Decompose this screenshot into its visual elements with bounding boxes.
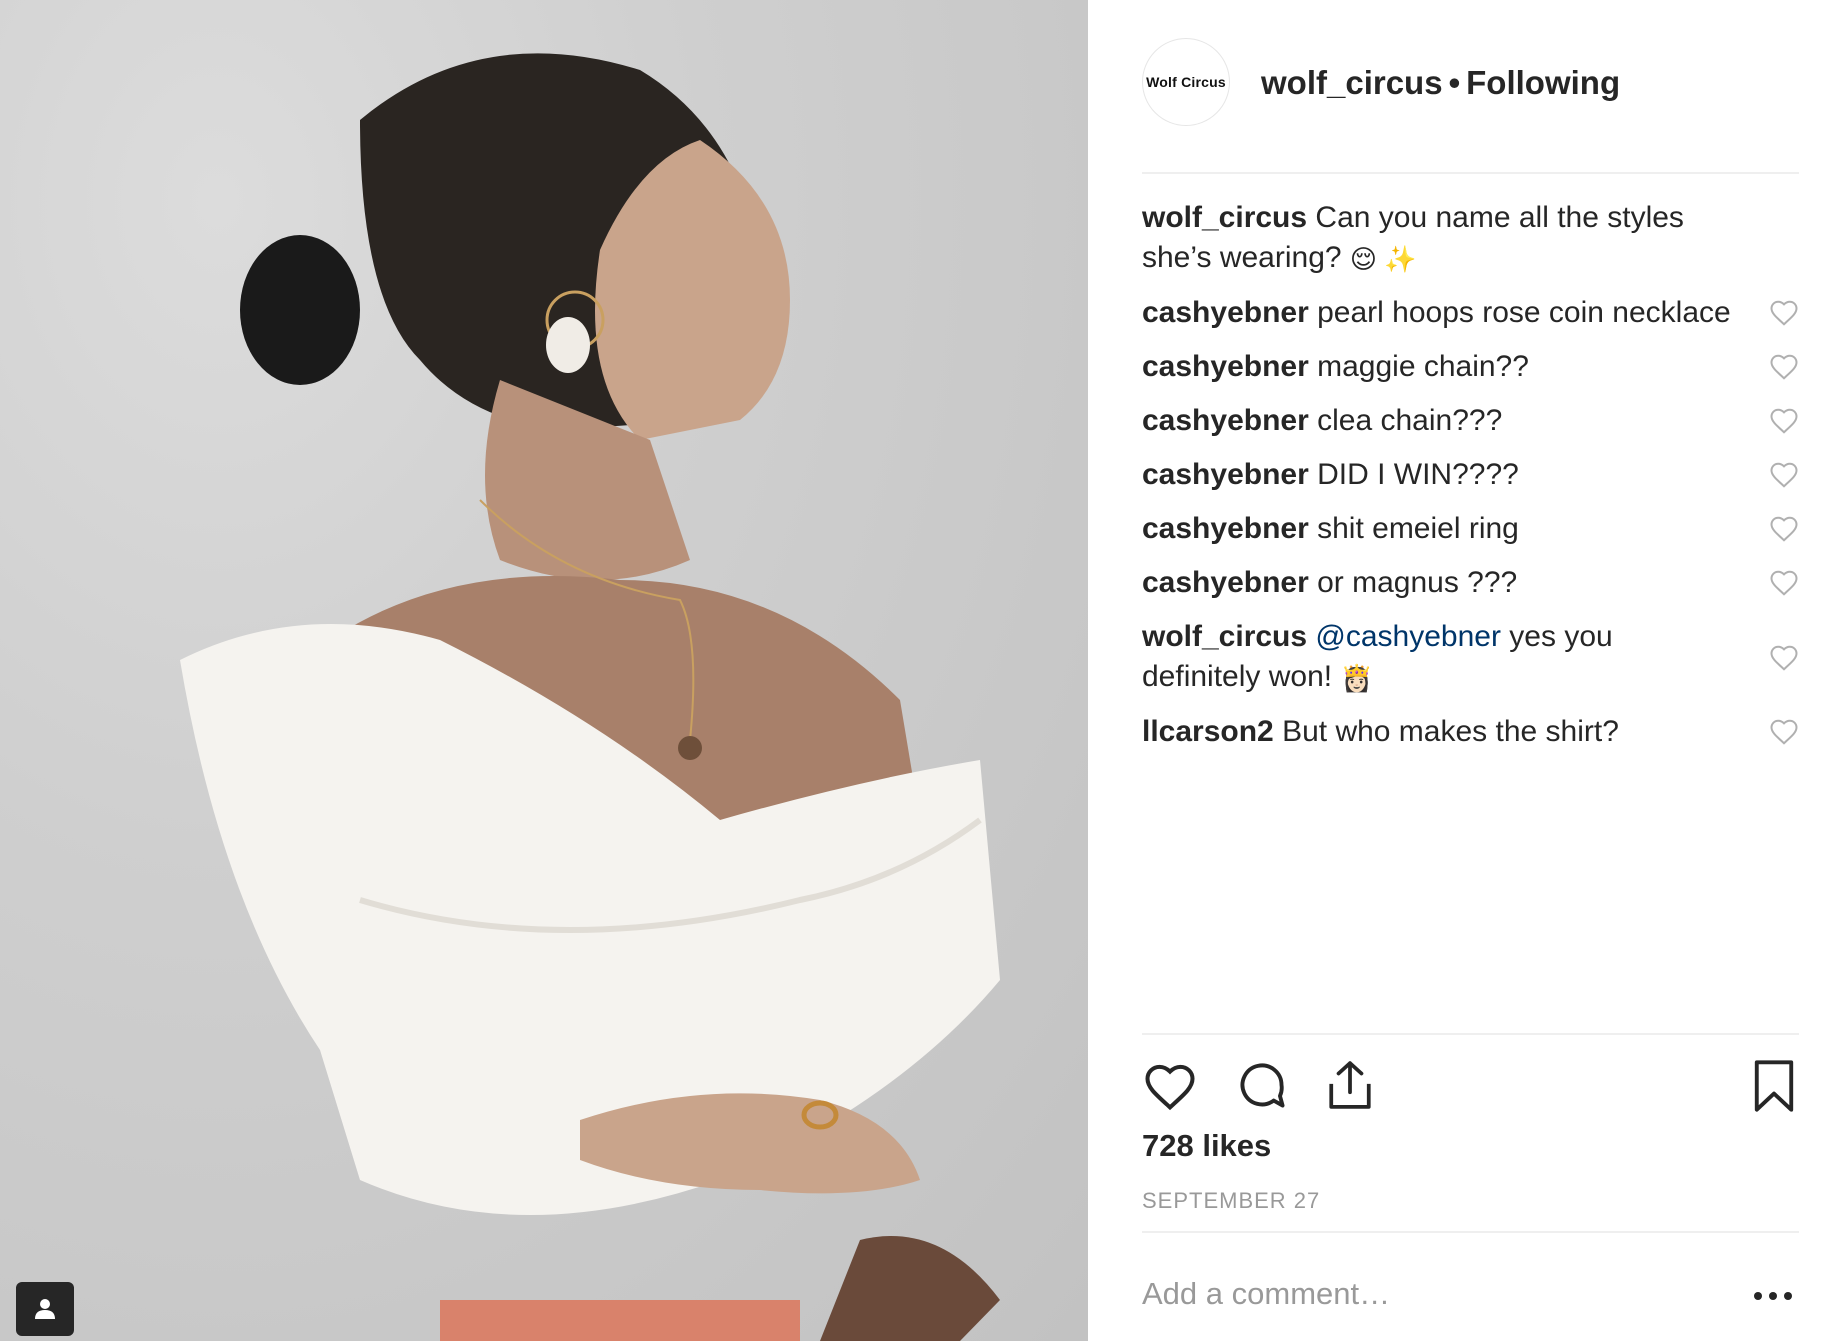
caption: wolf_circus Can you name all the styles … (1142, 198, 1799, 279)
comment-username[interactable]: cashyebner (1142, 404, 1309, 437)
comment-like-heart-icon[interactable] (1769, 514, 1799, 544)
comment-item: wolf_circus @cashyebner yes you definite… (1142, 617, 1799, 698)
follow-status-button[interactable]: Following (1466, 64, 1620, 101)
comment-item: cashyebner shit emeiel ring (1142, 509, 1799, 549)
heart-icon (1145, 1064, 1195, 1111)
avatar[interactable]: Wolf Circus (1142, 38, 1230, 126)
comment-text: But who makes the shirt? (1282, 715, 1619, 749)
comment-emoji: 👸🏻 (1340, 663, 1373, 694)
comment-text: clea chain??? (1317, 404, 1503, 438)
comment-text: or magnus ??? (1317, 566, 1518, 600)
username-link[interactable]: wolf_circus (1261, 64, 1443, 101)
comment-like-heart-icon[interactable] (1769, 568, 1799, 598)
add-comment-input[interactable] (1142, 1272, 1702, 1316)
comment-username[interactable]: cashyebner (1142, 458, 1309, 491)
share-icon (1329, 1061, 1371, 1109)
comment-list: wolf_circus Can you name all the styles … (1142, 198, 1799, 766)
save-button[interactable] (1748, 1056, 1800, 1116)
post-date: SEPTEMBER 27 (1142, 1188, 1321, 1213)
comment-username[interactable]: wolf_circus (1142, 201, 1307, 234)
more-options-icon (1754, 1292, 1792, 1300)
composer-divider (1142, 1231, 1799, 1233)
more-options-button[interactable] (1748, 1286, 1798, 1306)
comment-text: DID I WIN???? (1317, 458, 1519, 492)
comment-emoji: 😌 ✨ (1349, 244, 1417, 275)
comment-username[interactable]: llcarson2 (1142, 715, 1274, 748)
comment-like-heart-icon[interactable] (1769, 298, 1799, 328)
comment-username[interactable]: cashyebner (1142, 512, 1309, 545)
comment-username[interactable]: cashyebner (1142, 296, 1309, 329)
comment-text: shit emeiel ring (1317, 512, 1519, 546)
comment-username[interactable]: cashyebner (1142, 350, 1309, 383)
comment-like-heart-icon[interactable] (1769, 717, 1799, 747)
comment-like-heart-icon[interactable] (1769, 460, 1799, 490)
comment-item: cashyebner pearl hoops rose coin necklac… (1142, 293, 1799, 333)
comment-item: llcarson2 But who makes the shirt? (1142, 712, 1799, 752)
comment-like-heart-icon[interactable] (1769, 643, 1799, 673)
comment-button[interactable] (1234, 1058, 1290, 1114)
avatar-text: Wolf Circus (1146, 74, 1226, 90)
separator-dot: • (1448, 64, 1461, 101)
bookmark-icon (1754, 1060, 1794, 1112)
comment-like-heart-icon[interactable] (1769, 352, 1799, 382)
comment-item: cashyebner DID I WIN???? (1142, 455, 1799, 495)
comment-mention-link[interactable]: @cashyebner (1315, 620, 1501, 653)
comment-text: pearl hoops rose coin necklace (1317, 296, 1731, 330)
comment-item: cashyebner clea chain??? (1142, 401, 1799, 441)
user-tag-button[interactable] (16, 1282, 74, 1336)
comment-like-heart-icon[interactable] (1769, 406, 1799, 436)
post-header: Wolf Circus wolf_circus • Following (1142, 36, 1799, 174)
comment-username[interactable]: wolf_circus (1142, 620, 1307, 653)
user-tag-icon (35, 1299, 55, 1319)
actions-divider (1142, 1033, 1799, 1035)
like-count[interactable]: 728 likes (1142, 1128, 1271, 1164)
comment-bubble-icon (1240, 1063, 1285, 1108)
like-button[interactable] (1142, 1058, 1198, 1114)
comment-item: cashyebner or magnus ??? (1142, 563, 1799, 603)
share-button[interactable] (1322, 1056, 1378, 1116)
post-photo[interactable] (0, 0, 1088, 1341)
comment-text: maggie chain?? (1317, 350, 1529, 384)
header-line: wolf_circus • Following (1261, 64, 1620, 102)
comment-username[interactable]: cashyebner (1142, 566, 1309, 599)
comment-item: cashyebner maggie chain?? (1142, 347, 1799, 387)
post-side-panel: Wolf Circus wolf_circus • Following wolf_c… (1088, 0, 1824, 1341)
post-photo-illustration (180, 53, 1000, 1341)
